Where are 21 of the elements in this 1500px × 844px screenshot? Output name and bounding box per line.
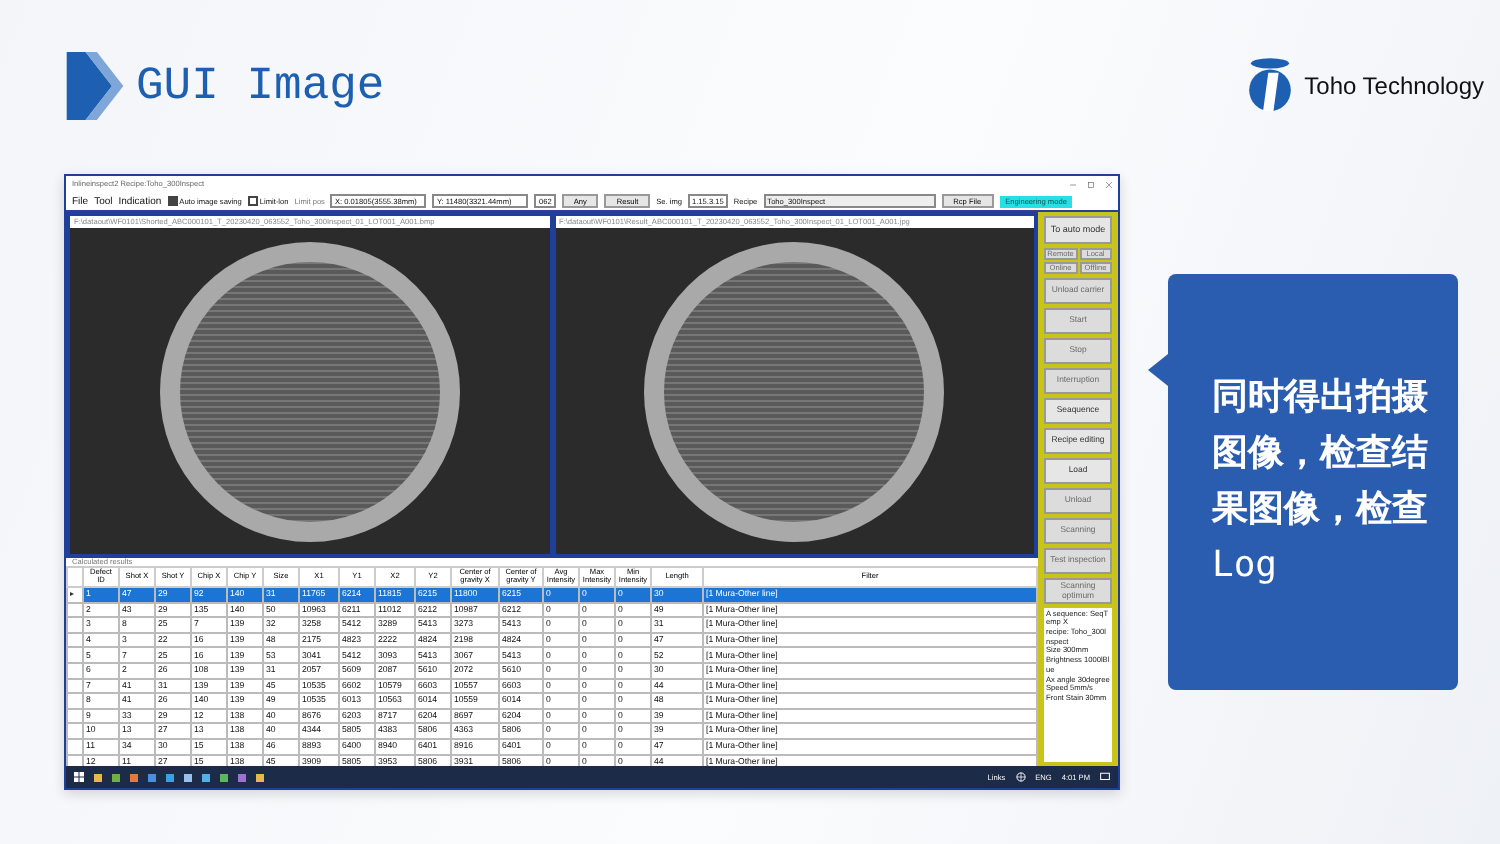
- logo-icon: [1244, 56, 1297, 114]
- app-icon[interactable]: [238, 773, 246, 781]
- chevron-icon: [66, 51, 124, 119]
- notification-icon[interactable]: [1100, 772, 1110, 782]
- app-icon[interactable]: [130, 773, 138, 781]
- callout-text: 同时得出拍摄图像，检查结果图像，检查Log: [1212, 374, 1430, 590]
- app-icon[interactable]: [94, 773, 102, 781]
- app-icon[interactable]: [148, 773, 156, 781]
- app-icon[interactable]: [166, 773, 174, 781]
- app-icon[interactable]: [112, 773, 120, 781]
- row-pointer-icon: [70, 592, 74, 597]
- maximize-icon[interactable]: [1088, 181, 1094, 187]
- start-icon[interactable]: [74, 772, 84, 782]
- globe-icon[interactable]: [1015, 772, 1026, 782]
- app-icon[interactable]: [184, 773, 192, 781]
- app-icon[interactable]: [256, 773, 264, 781]
- close-icon[interactable]: [1106, 181, 1112, 187]
- logo-text: Toho Technology: [1304, 71, 1484, 99]
- app-icon[interactable]: [220, 773, 228, 781]
- slide-title: GUI Image: [136, 59, 385, 111]
- app-icon[interactable]: [202, 773, 210, 781]
